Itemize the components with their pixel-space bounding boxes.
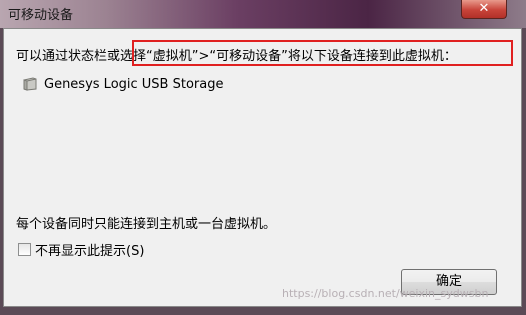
checkbox-label[interactable]: 不再显示此提示(S) [35,240,144,259]
note-text: 每个设备同时只能连接到主机或一台虚拟机。 [16,217,277,232]
highlight-annotation [132,40,513,66]
dialog-body: 可以通过状态栏或选择“虚拟机”>“可移动设备”将以下设备连接到此虚拟机： Gen… [3,28,522,307]
watermark: https://blog.csdn.net/weixin_sydwsbn [282,287,489,300]
dont-show-again-checkbox[interactable] [18,243,31,256]
device-name: Genesys Logic USB Storage [44,76,224,92]
title-bar: 可移动设备 ✕ [0,0,526,28]
close-icon: ✕ [478,1,490,16]
dont-show-again-option[interactable]: 不再显示此提示(S) [18,240,144,259]
window-title: 可移动设备 [8,8,74,23]
usb-storage-icon [22,77,38,91]
close-button[interactable]: ✕ [461,0,507,19]
device-list-item[interactable]: Genesys Logic USB Storage [22,75,223,93]
